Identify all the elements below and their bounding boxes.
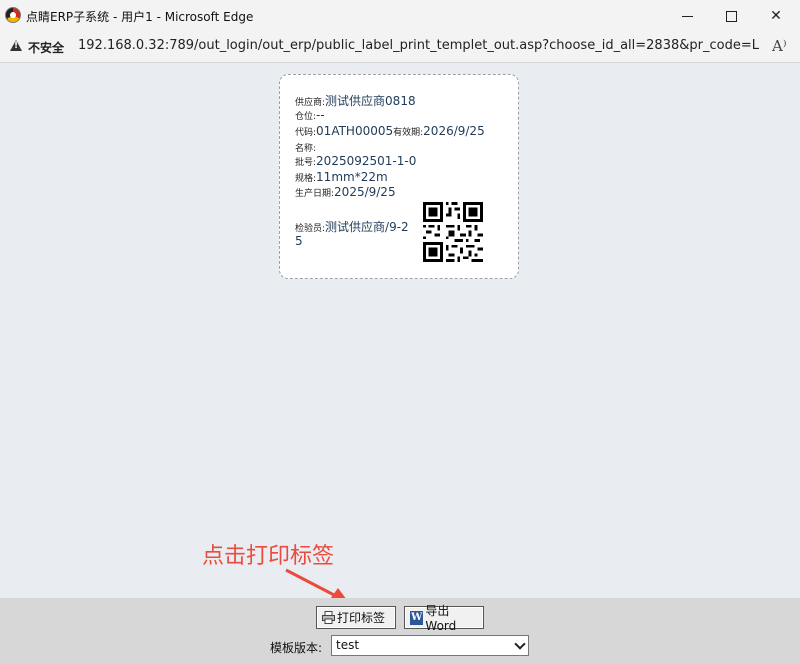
code-key: 代码: bbox=[295, 128, 317, 138]
minimize-button[interactable] bbox=[664, 0, 710, 32]
minimize-icon bbox=[681, 15, 693, 17]
batch-row: 批号:2025092501-1-0 bbox=[295, 154, 416, 168]
name-key: 名称: bbox=[295, 144, 317, 154]
export-word-text: 导出Word bbox=[425, 604, 457, 633]
word-icon: W bbox=[410, 610, 424, 625]
print-label-button[interactable]: 打印标签 bbox=[316, 606, 396, 629]
code-row: 代码:01ATH00005有效期:2026/9/25 bbox=[295, 124, 485, 138]
spec-row: 规格:11mm*22m bbox=[295, 170, 388, 184]
window-titlebar: 点睛ERP子系统 - 用户1 - Microsoft Edge ✕ bbox=[0, 0, 800, 32]
location-row: 仓位:-- bbox=[295, 108, 325, 122]
code-value: 01ATH00005 bbox=[316, 124, 394, 138]
template-version-label: 模板版本: bbox=[270, 641, 323, 655]
name-row: 名称: bbox=[295, 140, 316, 154]
location-key: 仓位: bbox=[295, 112, 317, 122]
batch-key: 批号: bbox=[295, 158, 317, 168]
inspector-value: 测试供应商/9-2 bbox=[325, 220, 409, 234]
chevron-down-icon bbox=[514, 638, 526, 650]
app-logo-icon bbox=[5, 7, 21, 23]
supplier-value: 测试供应商0818 bbox=[325, 94, 416, 108]
supplier-row: 供应商:测试供应商0818 bbox=[295, 92, 416, 109]
url-field[interactable]: 192.168.0.32:789/out_login/out_erp/publi… bbox=[78, 38, 760, 53]
close-button[interactable]: ✕ bbox=[753, 0, 799, 32]
expiry-key: 有效期: bbox=[393, 128, 424, 138]
export-word-button[interactable]: W 导出Word bbox=[404, 604, 484, 633]
printer-icon bbox=[322, 611, 335, 624]
maximize-button[interactable] bbox=[708, 0, 754, 32]
template-version-value: test bbox=[336, 638, 360, 652]
window-title: 点睛ERP子系统 - 用户1 - Microsoft Edge bbox=[26, 10, 254, 24]
supplier-key: 供应商: bbox=[295, 98, 326, 108]
inspector-key: 检验员: bbox=[295, 224, 326, 234]
template-version-select[interactable]: test bbox=[331, 635, 529, 656]
maximize-icon bbox=[725, 10, 737, 22]
label-preview: 供应商:测试供应商0818 仓位:-- 代码:01ATH00005有效期:202… bbox=[279, 74, 519, 279]
inspector-row: 检验员:测试供应商/9-2 bbox=[295, 218, 409, 235]
print-label-text: 打印标签 bbox=[337, 611, 386, 625]
batch-value: 2025092501-1-0 bbox=[316, 154, 417, 168]
close-icon: ✕ bbox=[770, 8, 782, 24]
security-status[interactable]: 不安全 bbox=[28, 39, 64, 56]
location-value: -- bbox=[316, 108, 325, 122]
mfg-date-row: 生产日期:2025/9/25 bbox=[295, 185, 396, 199]
qr-code bbox=[423, 202, 483, 262]
warning-icon[interactable] bbox=[10, 40, 22, 51]
spec-key: 规格: bbox=[295, 174, 317, 184]
spec-value: 11mm*22m bbox=[316, 170, 388, 184]
address-bar: 不安全 192.168.0.32:789/out_login/out_erp/p… bbox=[0, 32, 800, 63]
mfg-date-value: 2025/9/25 bbox=[334, 185, 396, 199]
inspector-row-wrap: 5 bbox=[295, 234, 303, 248]
inspector-value-wrap: 5 bbox=[295, 234, 303, 248]
read-aloud-icon[interactable]: A⁾ bbox=[772, 37, 787, 55]
expiry-value: 2026/9/25 bbox=[423, 124, 485, 138]
mfg-date-key: 生产日期: bbox=[295, 189, 335, 199]
